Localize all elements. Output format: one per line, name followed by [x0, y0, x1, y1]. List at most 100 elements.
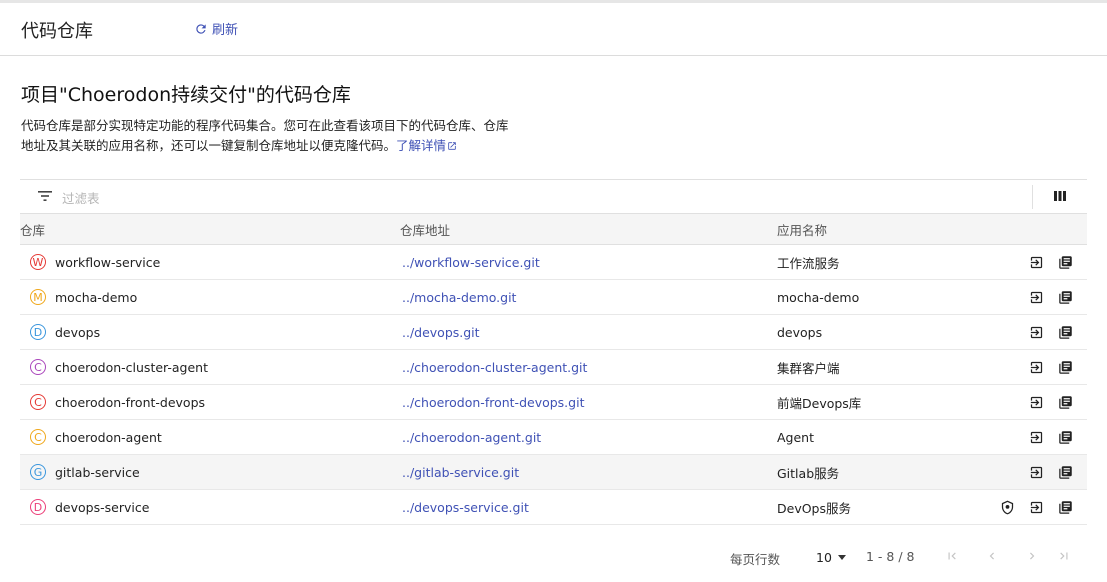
copy-icon[interactable] — [1058, 290, 1073, 305]
repo-url-link[interactable]: ../devops-service.git — [400, 500, 529, 515]
repo-name-cell: Wworkflow-service — [20, 254, 400, 270]
enter-icon[interactable] — [1029, 500, 1044, 515]
external-link-icon — [448, 142, 456, 150]
table-row[interactable]: Cchoerodon-front-devops ../choerodon-fron… — [20, 384, 1087, 420]
repo-name: choerodon-front-devops — [55, 394, 206, 410]
table-row[interactable]: Ggitlab-service ../gitlab-service.git Gitl… — [20, 454, 1087, 490]
repo-name: choerodon-agent — [55, 429, 162, 445]
repo-cell: Mmocha-demo — [20, 279, 400, 315]
chevron-down-icon — [837, 555, 846, 560]
repo-name: mocha-demo — [55, 289, 138, 305]
pagination: 每页行数 10 1 - 8 / 8 — [0, 545, 1107, 569]
enter-icon[interactable] — [1029, 255, 1044, 270]
app-name: DevOps服务 — [777, 489, 977, 525]
desc-line-1: 代码仓库是部分实现特定功能的程序代码集合。您可在此查看该项目下的代码仓库、仓库 — [21, 118, 509, 133]
next-page-icon — [1030, 552, 1035, 560]
row-actions — [977, 314, 1087, 350]
repo-name-cell: Ggitlab-service — [20, 464, 400, 480]
column-header-app[interactable]: 应用名称 — [777, 213, 977, 245]
repo-avatar: W — [30, 254, 46, 270]
repo-cell: Ddevops — [20, 314, 400, 350]
last-page-icon — [1060, 552, 1068, 560]
enter-icon[interactable] — [1029, 325, 1044, 340]
filter-bar — [20, 179, 1087, 213]
table-row[interactable]: Ddevops ../devops.git devops — [20, 314, 1087, 350]
copy-icon[interactable] — [1058, 255, 1073, 270]
app-name: 前端Devops库 — [777, 384, 977, 420]
table-row[interactable]: Ddevops-service ../devops-service.git DevO… — [20, 489, 1087, 525]
url-cell: ../devops.git — [400, 314, 777, 350]
prev-page-button[interactable] — [985, 549, 999, 563]
repo-name-cell: Cchoerodon-agent — [20, 429, 400, 445]
repository-table: 仓库 仓库地址 应用名称 Wworkflow-service ../workflo… — [20, 213, 1087, 525]
repo-avatar: C — [30, 394, 46, 410]
filter-input[interactable] — [60, 186, 364, 210]
table-row[interactable]: Cchoerodon-cluster-agent ../choerodon-clu… — [20, 349, 1087, 385]
header-title: 代码仓库 — [21, 21, 93, 42]
table-row[interactable]: Mmocha-demo ../mocha-demo.git mocha-demo — [20, 279, 1087, 315]
app-name: mocha-demo — [777, 279, 977, 315]
column-header-url[interactable]: 仓库地址 — [400, 213, 777, 245]
shield-icon[interactable] — [1000, 500, 1015, 515]
repo-name-cell: Ddevops-service — [20, 499, 400, 515]
url-cell: ../workflow-service.git — [400, 244, 777, 280]
table-row[interactable]: Wworkflow-service ../workflow-service.git… — [20, 244, 1087, 280]
table-body: Wworkflow-service ../workflow-service.git… — [20, 244, 1087, 525]
column-header-repo[interactable]: 仓库 — [20, 213, 400, 245]
copy-icon[interactable] — [1058, 465, 1073, 480]
copy-icon[interactable] — [1058, 325, 1073, 340]
page-range: 1 - 8 / 8 — [866, 549, 915, 564]
learn-more-link[interactable]: 了解详情 — [396, 138, 457, 153]
columns-icon[interactable] — [1054, 191, 1066, 201]
repo-name: workflow-service — [55, 254, 161, 270]
table-row[interactable]: Cchoerodon-agent ../choerodon-agent.git Ag… — [20, 419, 1087, 455]
row-actions — [977, 419, 1087, 455]
enter-icon[interactable] — [1029, 290, 1044, 305]
repo-avatar: C — [30, 359, 46, 375]
app-name: devops — [777, 314, 977, 350]
copy-icon[interactable] — [1058, 360, 1073, 375]
repo-name: devops-service — [55, 499, 150, 515]
first-page-button[interactable] — [945, 549, 959, 563]
page-description: 代码仓库是部分实现特定功能的程序代码集合。您可在此查看该项目下的代码仓库、仓库 … — [21, 116, 541, 156]
repo-avatar: G — [30, 464, 46, 480]
refresh-button[interactable]: 刷新 — [194, 19, 238, 38]
repo-url-link[interactable]: ../choerodon-front-devops.git — [400, 395, 584, 410]
repo-cell: Ggitlab-service — [20, 454, 400, 490]
copy-icon[interactable] — [1058, 500, 1073, 515]
rows-per-page-label: 每页行数 — [730, 552, 781, 567]
repo-name-cell: Cchoerodon-cluster-agent — [20, 359, 400, 375]
enter-icon[interactable] — [1029, 430, 1044, 445]
enter-icon[interactable] — [1029, 465, 1044, 480]
column-header-actions — [977, 213, 1087, 245]
repo-url-link[interactable]: ../mocha-demo.git — [400, 290, 516, 305]
repo-url-link[interactable]: ../choerodon-cluster-agent.git — [400, 360, 587, 375]
url-cell: ../choerodon-front-devops.git — [400, 384, 777, 420]
repo-name: gitlab-service — [55, 464, 140, 480]
row-actions — [977, 454, 1087, 490]
enter-icon[interactable] — [1029, 395, 1044, 410]
repo-url-link[interactable]: ../choerodon-agent.git — [400, 430, 541, 445]
refresh-label: 刷新 — [212, 23, 239, 38]
repo-cell: Cchoerodon-cluster-agent — [20, 349, 400, 385]
app-name: Agent — [777, 419, 977, 455]
repo-url-link[interactable]: ../gitlab-service.git — [400, 465, 519, 480]
page-header: 代码仓库 刷新 — [0, 3, 1107, 56]
row-actions — [977, 349, 1087, 385]
row-actions — [977, 384, 1087, 420]
copy-icon[interactable] — [1058, 395, 1073, 410]
enter-icon[interactable] — [1029, 360, 1044, 375]
page-size-select[interactable]: 10 — [816, 550, 846, 565]
first-page-icon — [948, 552, 956, 560]
repo-avatar: D — [30, 324, 46, 340]
repo-name-cell: Ddevops — [20, 324, 400, 340]
repo-url-link[interactable]: ../workflow-service.git — [400, 255, 540, 270]
next-page-button[interactable] — [1025, 549, 1039, 563]
learn-more-label: 了解详情 — [396, 138, 447, 153]
copy-icon[interactable] — [1058, 430, 1073, 445]
row-actions — [977, 489, 1087, 525]
desc-line-2: 地址及其关联的应用名称，还可以一键复制仓库地址以便克隆代码。 — [21, 138, 397, 153]
repo-url-link[interactable]: ../devops.git — [400, 325, 480, 340]
last-page-button[interactable] — [1057, 549, 1071, 563]
app-name: Gitlab服务 — [777, 454, 977, 490]
